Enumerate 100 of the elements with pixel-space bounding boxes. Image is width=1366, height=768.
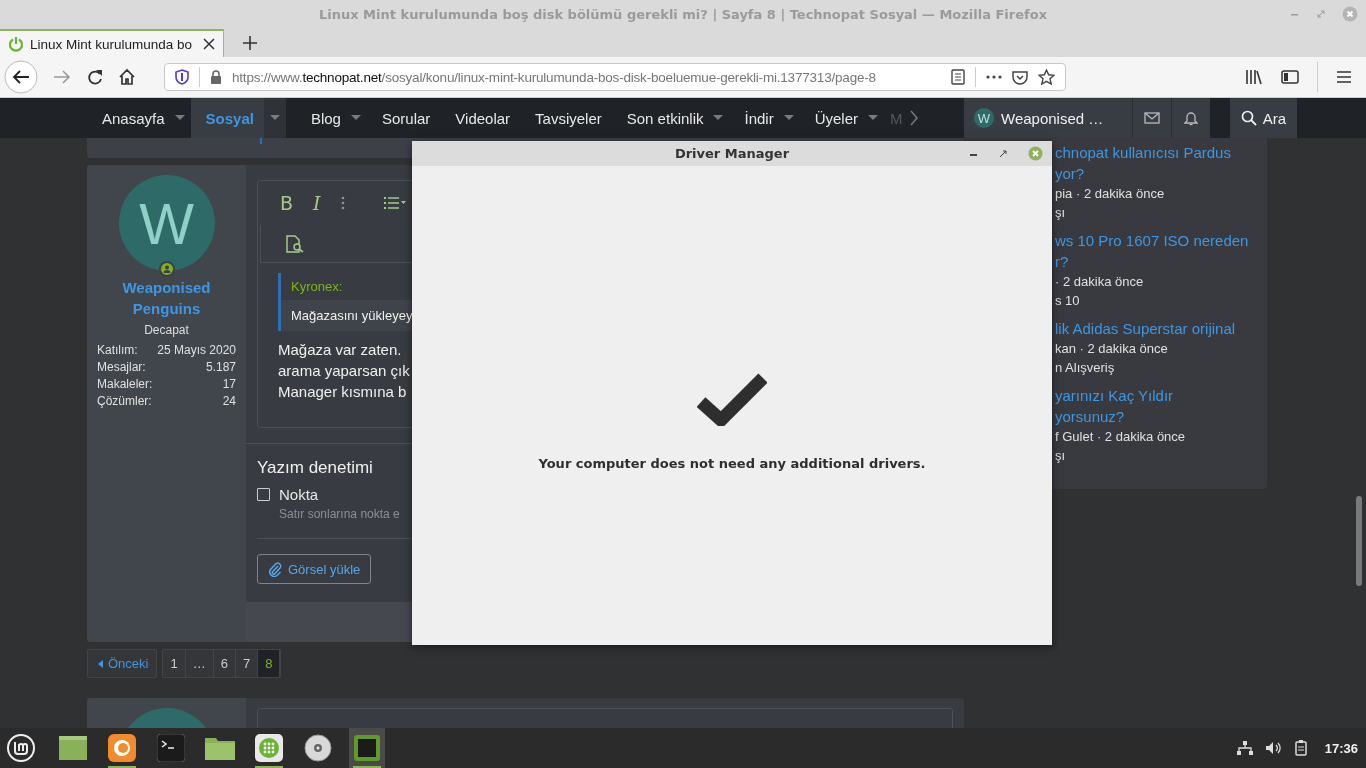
italic-button[interactable]: I [313,192,321,214]
nav-item[interactable]: Sorular [366,98,441,138]
nav-item[interactable]: Sosyal [190,98,264,138]
nav-item[interactable]: İndir [729,98,784,138]
checkbox[interactable] [257,488,270,501]
power-icon [8,36,24,52]
page-link[interactable]: 7 [235,650,259,677]
bold-button[interactable]: B [280,192,294,214]
thread-title[interactable]: yarınızı Kaç Yıldır [1055,385,1267,406]
page-link[interactable]: … [185,650,214,677]
folder-icon [205,736,235,760]
back-icon[interactable] [4,60,38,94]
pocket-icon[interactable] [1012,69,1028,85]
mail-icon[interactable] [1144,112,1160,124]
reply-text-line: Mağaza var zaten. [278,340,403,360]
stat-value: 24 [222,393,236,410]
clipboard-icon[interactable] [1294,740,1307,756]
sidebar-icon[interactable] [1281,69,1299,85]
star-icon[interactable] [1038,69,1055,85]
thread-forum: şı [1055,447,1067,465]
reload-icon[interactable] [86,68,104,86]
page-link[interactable]: 6 [213,650,236,677]
thread-forum: s 10 [1055,292,1081,310]
search-button[interactable]: Ara [1230,98,1297,138]
stat-value: 5.187 [205,359,236,376]
browser-icon [108,734,136,762]
taskbar-app[interactable] [349,728,385,768]
thread-meta: f Gulet · 2 dakika önce [1055,428,1187,446]
nav-item[interactable]: Üyeler [799,98,869,138]
page-link[interactable]: 8 [258,650,281,677]
scrollbar-thumb[interactable] [1356,496,1362,586]
reader-view-icon[interactable] [951,69,965,85]
stat-value: 25 Mayıs 2020 [157,342,236,359]
caret-icon[interactable] [713,115,724,121]
more-icon[interactable] [986,75,1002,79]
home-icon[interactable] [118,68,136,86]
reply-text-line: arama yaparsan çık [278,361,411,381]
network-icon[interactable] [1236,741,1253,755]
stat-label: Çözümler: [97,393,152,410]
stat-label: Mesajlar: [97,359,146,376]
thread-forum: n Alışveriş [1055,359,1116,377]
thread-title[interactable]: lik Adidas Superstar orijinal [1055,318,1267,339]
nav-item[interactable]: Videolar [440,98,521,138]
thread-meta: pia · 2 dakika önce [1055,185,1166,203]
avatar: W [118,175,215,271]
thread-title[interactable]: chnopat kullanıcısı Pardus [1055,142,1267,163]
thread-meta: · 2 dakika önce [1055,273,1145,291]
library-icon[interactable] [1245,69,1263,85]
dialog-message: Your computer does not need any additional drivers. [538,456,926,471]
search-icon [1240,110,1257,126]
nav-item[interactable]: Son etkinlik [611,98,714,138]
stat-value: 17 [222,376,236,393]
author-title: Decapat [144,323,189,337]
caret-icon[interactable] [868,115,879,121]
page-link[interactable]: 1 [163,650,186,677]
caret-left-icon [98,659,103,668]
chevron-right-icon[interactable] [908,109,919,127]
nav-item[interactable]: Tavsiyeler [520,98,612,138]
new-tab-icon[interactable] [242,35,258,51]
thread-title[interactable]: r? [1055,251,1267,272]
url-text: https://www.technopat.net/sosyal/konu/linux-mint-kurulumunda-bos-disk-boeluemue-gerekli-mi.1377313/page-8 [232,69,877,85]
stat-label: Katılım: [97,342,138,359]
bell-icon[interactable] [1184,110,1198,126]
thread-title[interactable]: yor? [1055,163,1267,184]
online-status-icon [158,261,175,277]
shield-icon [175,69,189,85]
maximize-icon[interactable] [999,149,1007,158]
lock-icon [210,70,222,84]
disc-icon [304,734,332,762]
list-icon[interactable] [382,196,407,210]
reply-text-line: Manager kısmına b [278,382,408,402]
caret-icon[interactable] [783,115,794,121]
chip-icon [354,735,380,761]
caret-icon[interactable] [350,115,361,121]
browser-tab[interactable]: Linux Mint kurulumunda bo [0,29,224,57]
nav-item[interactable]: Anasayfa [87,98,175,138]
app-grid-icon [255,734,283,762]
terminal-icon [157,734,185,762]
nav-item[interactable]: Blog [295,98,351,138]
section-heading: Yazım denetimi [257,458,373,478]
previous-page-button[interactable]: Önceki [87,649,158,678]
thread-forum: şı [1055,204,1067,222]
address-bar[interactable]: https://www.technopat.net/sosyal/konu/linux-mint-kurulumunda-bos-disk-boeluemue-gerekli-mi.1377313/page-8 [164,63,1066,91]
volume-icon[interactable] [1264,741,1283,755]
account-menu[interactable]: W Weaponised … [964,98,1132,138]
thread-title[interactable]: ws 10 Pro 1607 ISO nereden [1055,230,1267,251]
paperclip-icon [268,561,282,577]
thread-title[interactable]: yorsunuz? [1055,406,1267,427]
window-icon [59,736,87,760]
caret-icon[interactable] [174,115,185,121]
caret-icon[interactable] [263,98,286,138]
dialog-title: Driver Manager [674,146,790,161]
avatar: W [974,108,994,128]
menu-icon[interactable] [1336,70,1352,84]
upload-image-button[interactable]: Görsel yükle [257,554,372,584]
checkbox-label: Nokta [279,486,319,503]
close-icon[interactable] [203,38,215,50]
clock: 17:36 [1324,740,1358,756]
preview-icon[interactable] [285,234,305,253]
more-vertical-icon[interactable] [340,196,345,210]
